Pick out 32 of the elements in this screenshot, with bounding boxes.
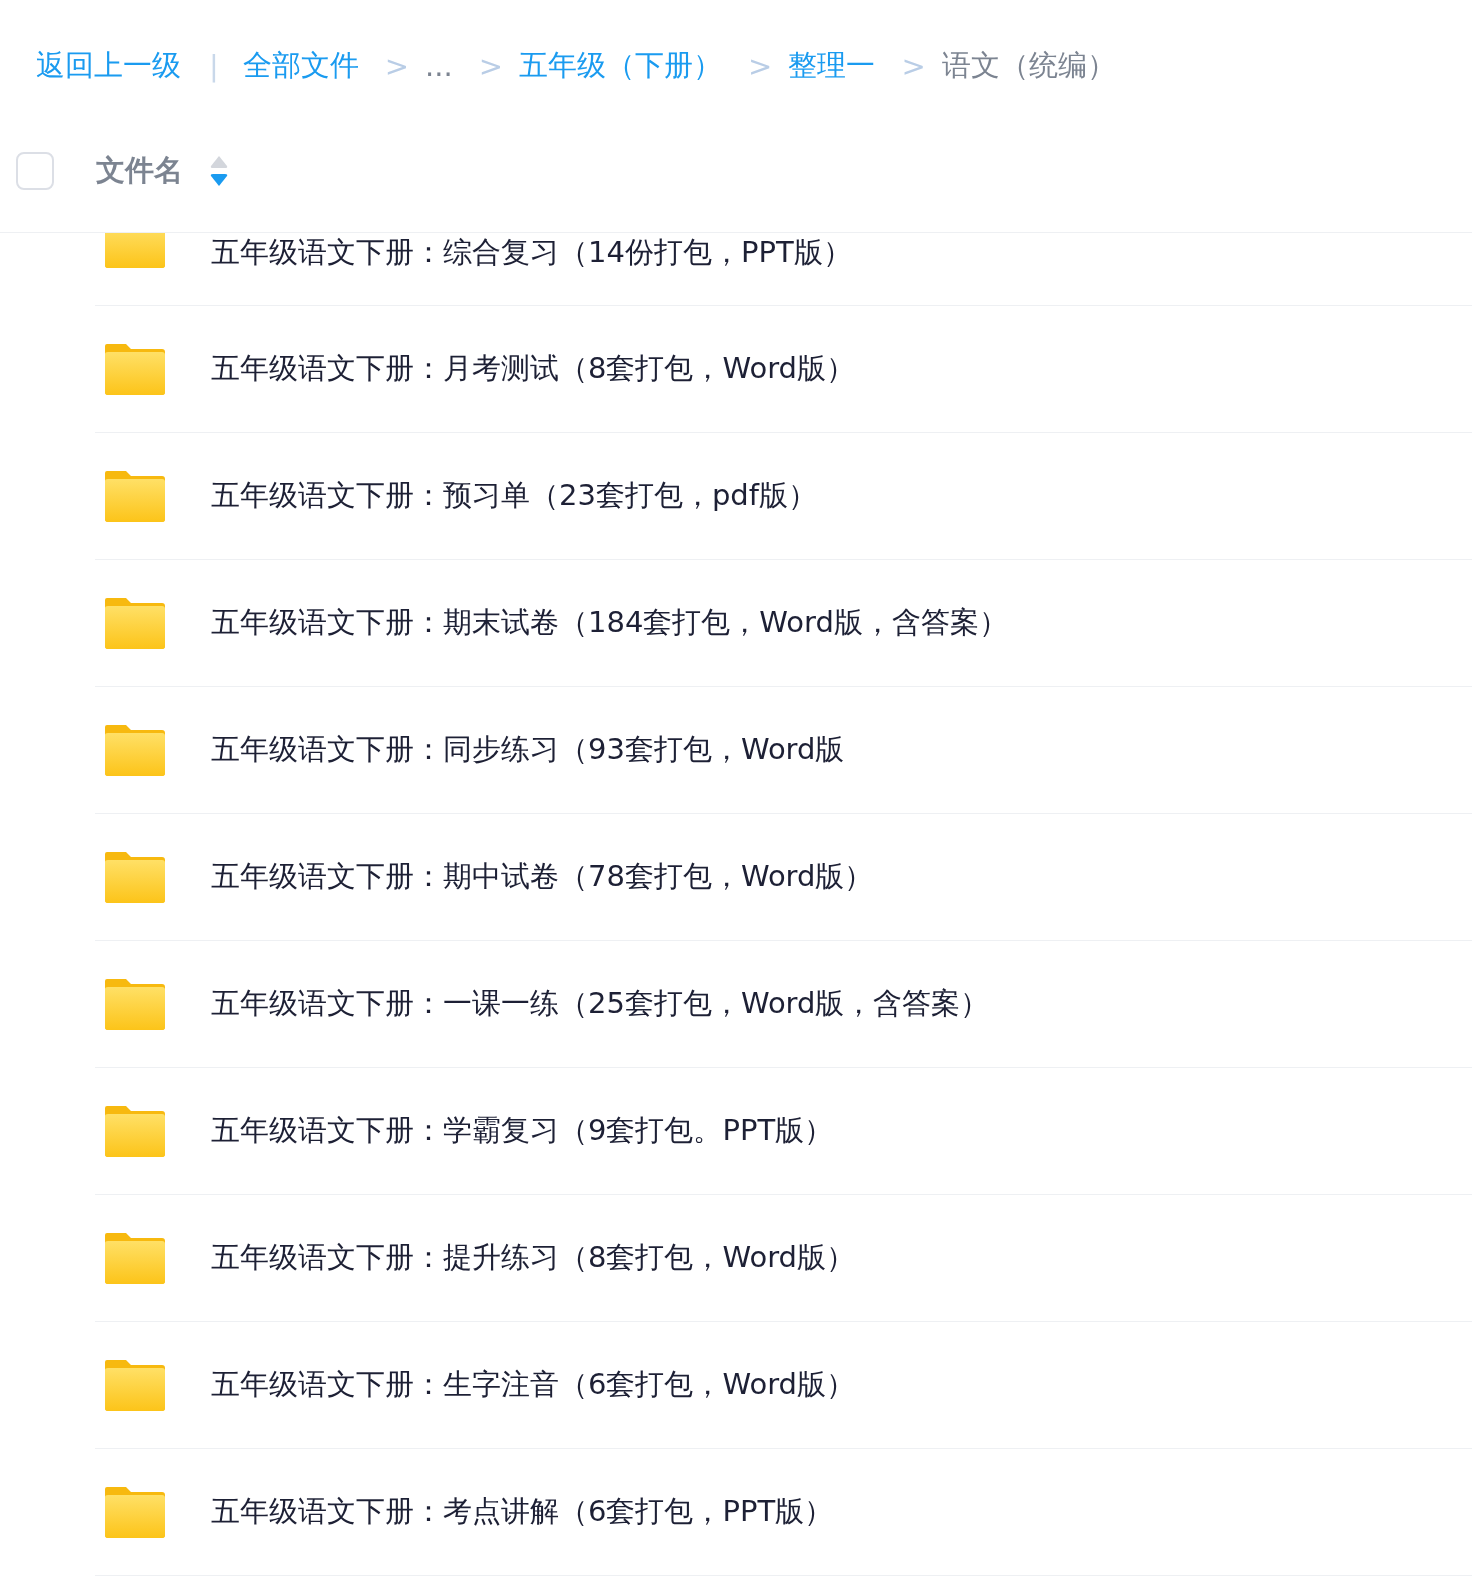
folder-icon xyxy=(104,1104,166,1158)
folder-name[interactable]: 五年级语文下册：一课一练（25套打包，Word版，含答案） xyxy=(211,984,990,1024)
folder-icon xyxy=(104,596,166,650)
folder-name[interactable]: 五年级语文下册：学霸复习（9套打包。PPT版） xyxy=(211,1111,834,1151)
select-all-checkbox[interactable] xyxy=(16,152,54,190)
folder-name[interactable]: 五年级语文下册：考点讲解（6套打包，PPT版） xyxy=(211,1492,834,1532)
folder-icon xyxy=(104,469,166,523)
folder-name[interactable]: 五年级语文下册：生字注音（6套打包，Word版） xyxy=(211,1365,855,1405)
folder-icon xyxy=(104,233,166,269)
breadcrumb-separator: > xyxy=(478,49,504,83)
breadcrumb-divider: | xyxy=(209,49,219,83)
folder-name[interactable]: 五年级语文下册：提升练习（8套打包，Word版） xyxy=(211,1238,855,1278)
column-header[interactable]: 文件名 xyxy=(96,151,183,191)
folder-name[interactable]: 五年级语文下册：期中试卷（78套打包，Word版） xyxy=(211,857,874,897)
folder-name[interactable]: 五年级语文下册：期末试卷（184套打包，Word版，含答案） xyxy=(211,603,1008,643)
folder-icon xyxy=(104,850,166,904)
folder-icon xyxy=(104,1358,166,1412)
folder-name[interactable]: 五年级语文下册：预习单（23套打包，pdf版） xyxy=(211,476,817,516)
folder-icon xyxy=(104,1231,166,1285)
breadcrumb-separator: > xyxy=(901,49,926,83)
breadcrumb-separator: > xyxy=(748,49,773,83)
folder-name[interactable]: 五年级语文下册：同步练习（93套打包，Word版 xyxy=(211,730,845,770)
folder-icon xyxy=(104,977,166,1031)
breadcrumb-ellipsis[interactable]: ... xyxy=(425,49,453,83)
folder-name[interactable]: 五年级语文下册：月考测试（8套打包，Word版） xyxy=(211,349,855,389)
breadcrumb-separator: > xyxy=(384,49,410,83)
folder-icon xyxy=(104,1485,166,1539)
breadcrumb-current: 语文（统编） xyxy=(941,47,1116,84)
sort-icon[interactable] xyxy=(209,155,229,187)
folder-icon xyxy=(104,723,166,777)
folder-icon xyxy=(104,342,166,396)
folder-name[interactable]: 五年级语文下册：综合复习（14份打包，PPT版） xyxy=(211,233,852,273)
